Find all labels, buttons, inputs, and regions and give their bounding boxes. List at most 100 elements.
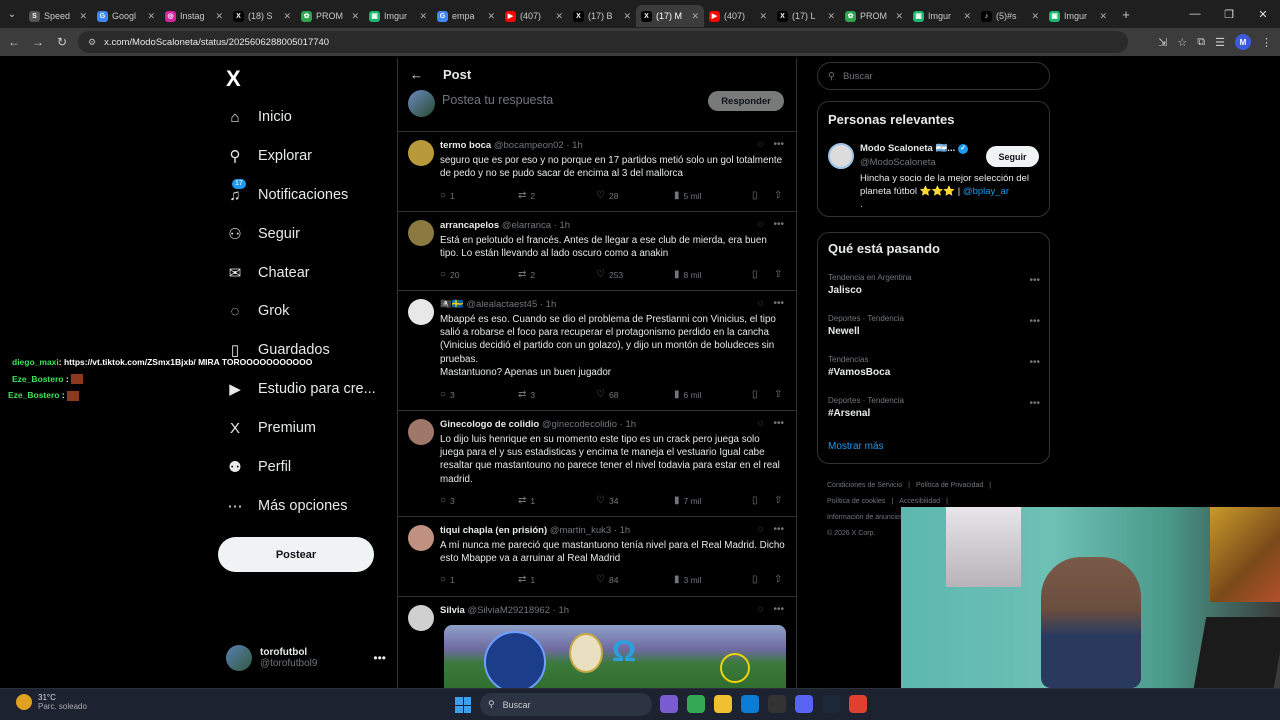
- tweet-author-handle[interactable]: @elarranca: [502, 220, 551, 231]
- bookmark-button[interactable]: ▯: [752, 495, 758, 506]
- browser-tab[interactable]: ✿ PROM ✕: [840, 5, 908, 27]
- sidebar-item-explorar[interactable]: ⚲ Explorar: [226, 147, 313, 165]
- forward-button[interactable]: →: [26, 30, 50, 54]
- taskbar-search[interactable]: ⚲ Buscar: [480, 693, 652, 716]
- repost-button[interactable]: ⇄ 1: [518, 495, 535, 506]
- avatar[interactable]: [828, 143, 854, 169]
- avatar[interactable]: [408, 140, 434, 166]
- bookmark-button[interactable]: ▯: [752, 574, 758, 585]
- repost-button[interactable]: ⇄ 2: [518, 190, 535, 201]
- reply-button[interactable]: ○ 1: [440, 574, 455, 585]
- browser-tab[interactable]: ✿ PROM ✕: [296, 5, 364, 27]
- browser-tab[interactable]: X (18) S ✕: [228, 5, 296, 27]
- new-tab-button[interactable]: +: [1116, 7, 1136, 22]
- reply-button[interactable]: ○ 3: [440, 495, 455, 506]
- browser-tab[interactable]: ◎ Instag ✕: [160, 5, 228, 27]
- footer-link[interactable]: Política de Privacidad: [916, 482, 983, 489]
- like-button[interactable]: ♡ 28: [596, 190, 618, 201]
- obs-icon[interactable]: [768, 695, 786, 713]
- app-icon[interactable]: [849, 695, 867, 713]
- tweet[interactable]: tiqui chapla (en prisión) @martin_kuk3 ·…: [398, 517, 796, 597]
- views-button[interactable]: ▮ 6 mil: [674, 389, 701, 400]
- footer-link[interactable]: © 2026 X Corp.: [827, 530, 875, 537]
- trend-item[interactable]: Tendencias #VamosBoca •••: [828, 355, 1040, 378]
- avatar[interactable]: [408, 299, 434, 325]
- tab-close-icon[interactable]: ✕: [623, 11, 631, 22]
- tweet-author-handle[interactable]: @martin_kuk3: [550, 525, 611, 536]
- more-dots-icon[interactable]: •••: [1029, 316, 1040, 327]
- discord-icon[interactable]: [795, 695, 813, 713]
- trend-item[interactable]: Deportes · Tendencia #Arsenal •••: [828, 396, 1040, 419]
- tweet-author-name[interactable]: tiqui chapla (en prisión): [440, 525, 547, 536]
- tweet-author-handle[interactable]: @ginecodecolidio: [542, 419, 617, 430]
- browser-tab[interactable]: X (17) M ✕: [636, 5, 704, 27]
- tab-close-icon[interactable]: ✕: [827, 11, 835, 22]
- repost-button[interactable]: ⇄ 2: [518, 269, 535, 280]
- sidebar-item-notificaciones[interactable]: ♫ 17 Notificaciones: [226, 179, 348, 204]
- relevant-user-name[interactable]: Modo Scaloneta 🇦🇷... ✓: [860, 143, 969, 154]
- tweet-media-image[interactable]: Ω: [444, 625, 786, 688]
- install-app-icon[interactable]: ⇲: [1158, 36, 1167, 49]
- repost-button[interactable]: ⇄ 1: [518, 574, 535, 585]
- tab-close-icon[interactable]: ✕: [895, 11, 903, 22]
- share-button[interactable]: ⇧: [774, 574, 782, 585]
- grok-icon[interactable]: ◌: [758, 219, 764, 230]
- tweet[interactable]: termo boca @bocampeon02 · 1h ◌ ••• seguro q…: [398, 132, 796, 212]
- more-dots-icon[interactable]: •••: [773, 219, 784, 230]
- reload-button[interactable]: ↻: [50, 30, 74, 54]
- tab-close-icon[interactable]: ✕: [555, 11, 563, 22]
- address-bar[interactable]: ⚙ x.com/ModoScaloneta/status/20256062880…: [78, 31, 1128, 53]
- tab-close-icon[interactable]: ✕: [1099, 11, 1107, 22]
- grok-icon[interactable]: ◌: [758, 524, 764, 535]
- teams-icon[interactable]: [660, 695, 678, 713]
- avatar[interactable]: [408, 525, 434, 551]
- more-dots-icon[interactable]: •••: [373, 651, 386, 665]
- browser-tab[interactable]: ▶ (407) ✕: [704, 5, 772, 27]
- tab-close-icon[interactable]: ✕: [963, 11, 971, 22]
- reading-list-icon[interactable]: ☰: [1215, 36, 1225, 49]
- tweet[interactable]: Silvia @SilviaM29218962 · 1h ◌ ••• Ω: [398, 597, 796, 688]
- footer-link[interactable]: Política de cookies: [827, 498, 885, 505]
- minimize-button[interactable]: —: [1178, 0, 1212, 28]
- avatar[interactable]: [408, 419, 434, 445]
- more-dots-icon[interactable]: •••: [773, 418, 784, 429]
- x-logo[interactable]: X: [226, 66, 241, 92]
- grok-icon[interactable]: ◌: [758, 298, 764, 309]
- back-button[interactable]: ←: [2, 30, 26, 54]
- bookmark-button[interactable]: ▯: [752, 269, 758, 280]
- tab-close-icon[interactable]: ✕: [691, 11, 699, 22]
- bio-link[interactable]: @bplay_ar: [963, 186, 1009, 197]
- more-dots-icon[interactable]: •••: [1029, 357, 1040, 368]
- footer-link[interactable]: Información de anuncios: [827, 514, 903, 521]
- tab-close-icon[interactable]: ✕: [487, 11, 495, 22]
- steam-icon[interactable]: [822, 695, 840, 713]
- tweet-author-name[interactable]: Silvia: [440, 605, 465, 616]
- tab-close-icon[interactable]: ✕: [1031, 11, 1039, 22]
- browser-tab[interactable]: ♪ (5)#s ✕: [976, 5, 1044, 27]
- tab-close-icon[interactable]: ✕: [215, 11, 223, 22]
- browser-tab[interactable]: S Speed ✕: [24, 5, 92, 27]
- share-button[interactable]: ⇧: [774, 190, 782, 201]
- tweet-author-name[interactable]: Ginecologo de colidio: [440, 419, 539, 430]
- bookmark-button[interactable]: ▯: [752, 389, 758, 400]
- share-button[interactable]: ⇧: [774, 269, 782, 280]
- share-button[interactable]: ⇧: [774, 389, 782, 400]
- chrome-icon[interactable]: [687, 695, 705, 713]
- site-info-icon[interactable]: ⚙: [88, 37, 96, 48]
- more-dots-icon[interactable]: •••: [1029, 398, 1040, 409]
- like-button[interactable]: ♡ 253: [596, 269, 623, 280]
- tab-search-menu[interactable]: ⌄: [0, 0, 24, 28]
- post-button[interactable]: Postear: [218, 537, 374, 572]
- reply-input[interactable]: Postea tu respuesta: [442, 93, 553, 107]
- more-dots-icon[interactable]: •••: [773, 604, 784, 615]
- browser-tab[interactable]: ▣ Imgur ✕: [1044, 5, 1112, 27]
- browser-tab[interactable]: Gempa ✕: [432, 5, 500, 27]
- maximize-button[interactable]: ❐: [1212, 0, 1246, 28]
- browser-tab[interactable]: X (17) B ✕: [568, 5, 636, 27]
- sidebar-item-premium[interactable]: X Premium: [226, 419, 316, 437]
- tweet-author-handle[interactable]: @SilviaM29218962: [467, 605, 550, 616]
- more-dots-icon[interactable]: •••: [1029, 275, 1040, 286]
- sidebar-item-grok[interactable]: ◌ Grok: [226, 302, 290, 320]
- sidebar-item-seguir[interactable]: ⚇ Seguir: [226, 225, 300, 243]
- like-button[interactable]: ♡ 34: [596, 495, 618, 506]
